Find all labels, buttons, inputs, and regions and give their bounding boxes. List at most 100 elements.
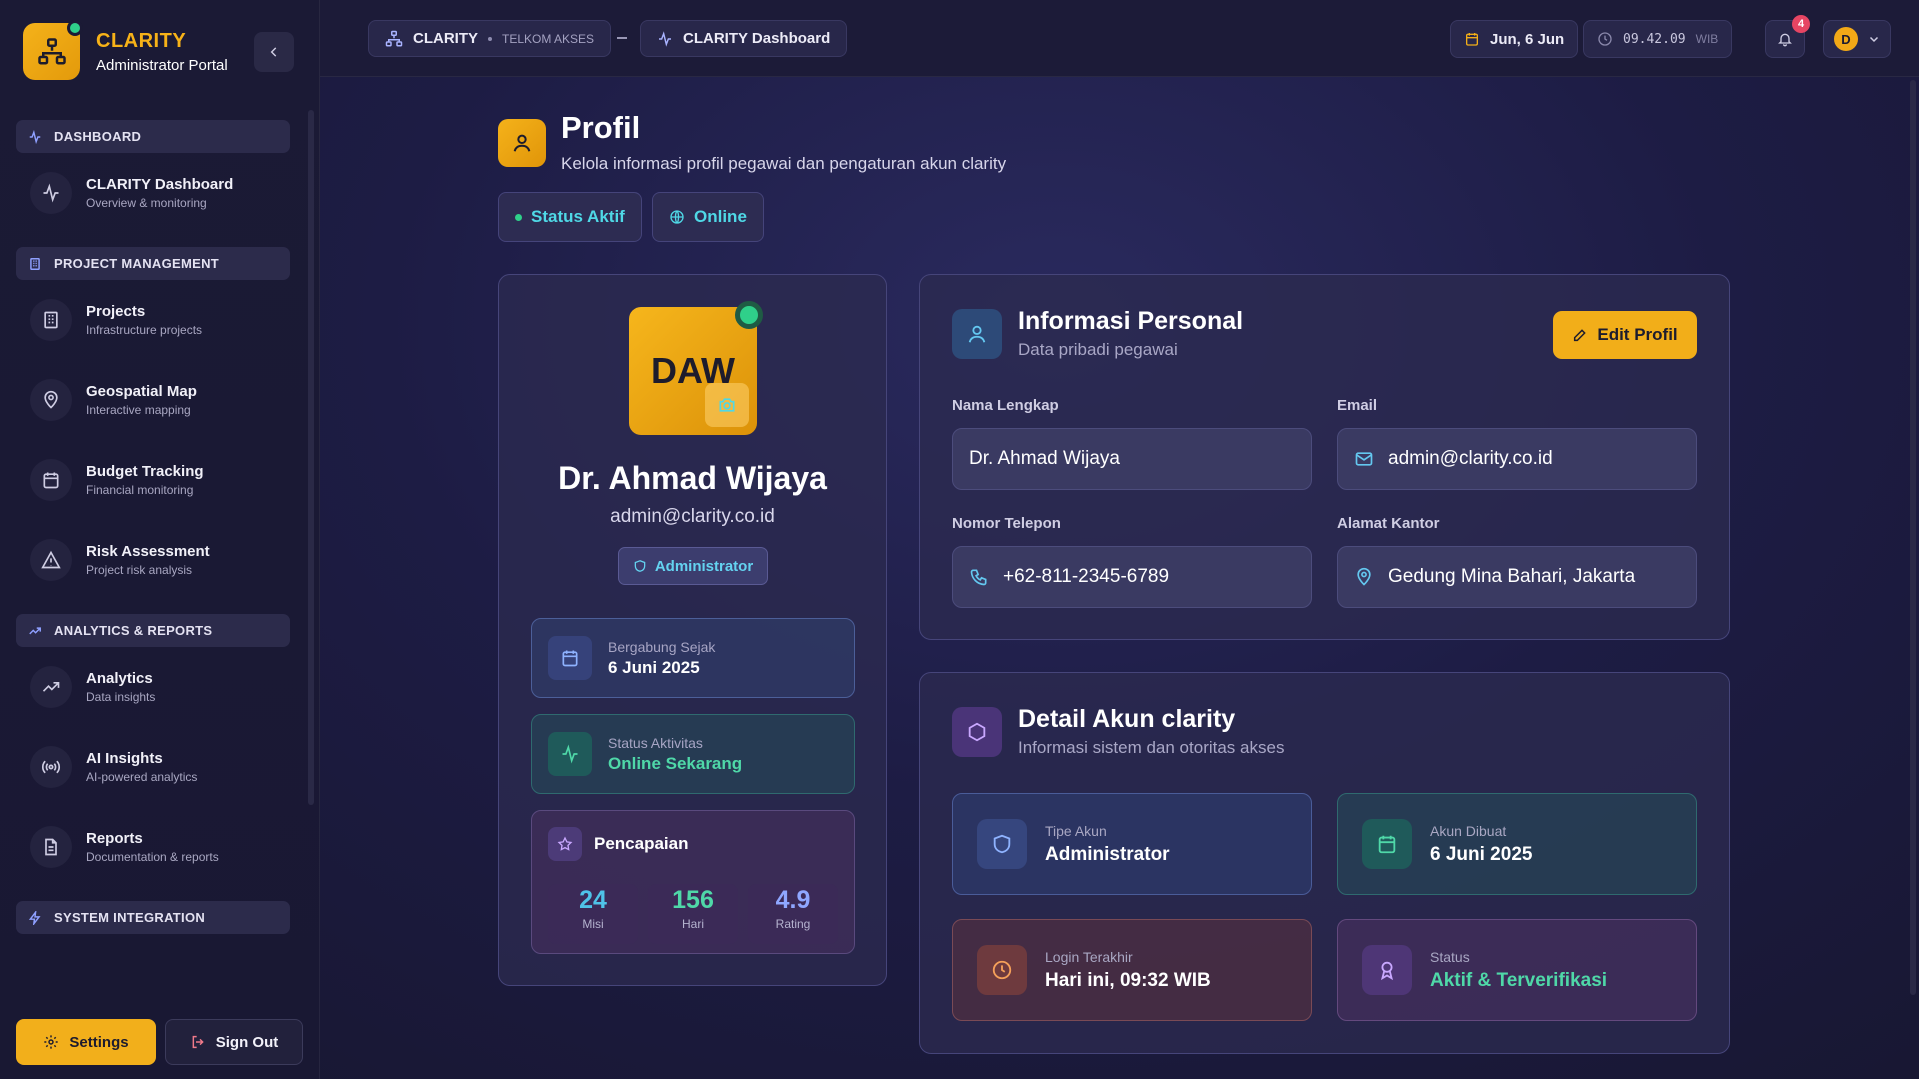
profile-avatar: DAW [629,301,763,435]
last-login-value: Hari ini, 09:32 WIB [1045,969,1211,991]
stat-label: Hari [681,917,704,931]
section-dashboard[interactable]: DASHBOARD [16,120,290,153]
last-login-label: Login Terakhir [1045,948,1133,965]
date-display[interactable]: Jun, 6 Jun [1450,20,1579,58]
user-icon [968,325,986,343]
camera-icon [719,398,735,412]
section-title: Informasi Personal [1018,307,1244,335]
main-scrollbar[interactable] [1910,80,1916,995]
star-icon [557,836,573,851]
profile-email: admin@clarity.co.id [610,506,775,527]
section-label: ANALYTICS & REPORTS [54,623,213,638]
chevron-down-icon [1869,36,1879,43]
account-created-label: Akun Dibuat [1430,822,1507,839]
nav-desc: AI-powered analytics [86,770,198,784]
full-name-field[interactable]: Dr. Ahmad Wijaya [952,428,1312,490]
phone-value: +62-811-2345-6789 [1003,566,1170,587]
phone-field[interactable]: +62-811-2345-6789 [952,546,1312,608]
role-badge: Administrator [618,547,768,585]
brand-name: CLARITY [96,29,187,52]
nav-title: Analytics [86,670,153,687]
collapse-sidebar-button[interactable] [254,32,294,72]
status-active-label: Status Aktif [531,207,625,226]
email-field[interactable]: admin@clarity.co.id [1337,428,1697,490]
shield-icon [634,560,646,572]
activity-status-card: Status Aktivitas Online Sekarang [531,714,855,794]
office-address-field[interactable]: Gedung Mina Bahari, Jakarta [1337,546,1697,608]
notification-count: 4 [1792,15,1810,33]
nav-desc: Documentation & reports [86,850,219,864]
date-label: Jun, 6 Jun [1490,30,1565,48]
account-created-tile: Akun Dibuat 6 Juni 2025 [1337,793,1697,895]
section-title: Detail Akun clarity [1018,705,1236,733]
sidebar-item-geospatial-map[interactable]: Geospatial Map Interactive mapping [16,360,290,440]
nav-desc: Financial monitoring [86,483,194,497]
building-icon [44,311,58,329]
settings-label: Settings [69,1033,129,1051]
sidebar-item-analytics[interactable]: Analytics Data insights [16,647,290,727]
brand[interactable]: CLARITY Administrator Portal [23,20,228,80]
nav-title: AI Insights [86,750,163,767]
breadcrumb-page-label: CLARITY Dashboard [683,30,831,47]
nav-title: Reports [86,830,143,847]
office-label: Alamat Kantor [1337,515,1440,532]
nav-desc: Infrastructure projects [86,323,203,337]
email-value: admin@clarity.co.id [1388,448,1553,469]
gear-icon [44,1035,59,1049]
sign-out-button[interactable]: Sign Out [165,1019,303,1065]
sidebar-item-clarity-dashboard[interactable]: CLARITY Dashboard Overview & monitoring [16,153,290,233]
sidebar: CLARITY Administrator Portal DASHBOARD C… [0,0,320,1079]
brand-logo [23,20,83,80]
section-label: PROJECT MANAGEMENT [54,256,220,271]
email-label: Email [1337,397,1378,414]
notifications-button[interactable]: 4 [1765,15,1810,58]
user-menu[interactable]: D [1823,20,1891,58]
profile-card: DAW Dr. Ahmad Wijaya admin@clarity.co.id… [498,274,887,986]
logout-icon [192,1035,204,1049]
section-system-integration[interactable]: SYSTEM INTEGRATION [16,901,290,934]
sidebar-item-projects[interactable]: Projects Infrastructure projects [16,280,290,360]
stat-value: 24 [579,886,607,914]
pencil-icon [1574,329,1587,342]
stat-value: 4.9 [775,886,811,914]
nav-desc: Overview & monitoring [86,196,207,210]
stat-days: 156 Hari [648,884,738,944]
breadcrumb-separator [617,37,627,39]
status-active-badge: Status Aktif [498,192,642,242]
topbar: CLARITY TELKOM AKSES CLARITY Dashboard J… [320,0,1919,77]
bell-icon [1778,33,1792,47]
nav-desc: Project risk analysis [86,563,193,577]
activity-label: Status Aktivitas [608,734,703,751]
stat-missions: 24 Misi [548,884,638,944]
nav-title: Projects [86,303,146,320]
section-label: DASHBOARD [54,129,142,144]
profile-name: Dr. Ahmad Wijaya [558,460,827,496]
account-status-tile: Status Aktif & Terverifikasi [1337,919,1697,1021]
section-subtitle: Informasi sistem dan otoritas akses [1018,738,1285,757]
sidebar-scrollbar[interactable] [308,110,314,805]
sidebar-item-reports[interactable]: Reports Documentation & reports [16,807,290,887]
time-label: 09.42.09 [1623,31,1686,47]
edit-profile-button[interactable]: Edit Profil [1553,311,1697,359]
document-icon [45,838,57,856]
timezone-label: WIB [1695,32,1719,46]
full-name-value: Dr. Ahmad Wijaya [969,448,1120,469]
change-photo-button[interactable] [705,383,749,427]
name-label: Nama Lengkap [952,397,1059,414]
nav-title: Budget Tracking [86,463,204,480]
section-label: SYSTEM INTEGRATION [54,910,206,925]
warning-icon [41,550,61,569]
settings-button[interactable]: Settings [16,1019,156,1065]
personal-info-card: Informasi Personal Data pribadi pegawai … [919,274,1730,640]
section-analytics-reports[interactable]: ANALYTICS & REPORTS [16,614,290,647]
account-created-value: 6 Juni 2025 [1430,843,1533,865]
joined-value: 6 Juni 2025 [608,657,700,677]
section-project-management[interactable]: PROJECT MANAGEMENT [16,247,290,280]
brand-status-dot [67,20,83,36]
breadcrumb-app-label: CLARITY [413,30,478,47]
breadcrumb-app[interactable]: CLARITY TELKOM AKSES [368,20,612,57]
sidebar-item-budget-tracking[interactable]: Budget Tracking Financial monitoring [16,440,290,520]
breadcrumb-page[interactable]: CLARITY Dashboard [640,20,848,57]
sidebar-item-ai-insights[interactable]: AI Insights AI-powered analytics [16,727,290,807]
sidebar-item-risk-assessment[interactable]: Risk Assessment Project risk analysis [16,520,290,600]
